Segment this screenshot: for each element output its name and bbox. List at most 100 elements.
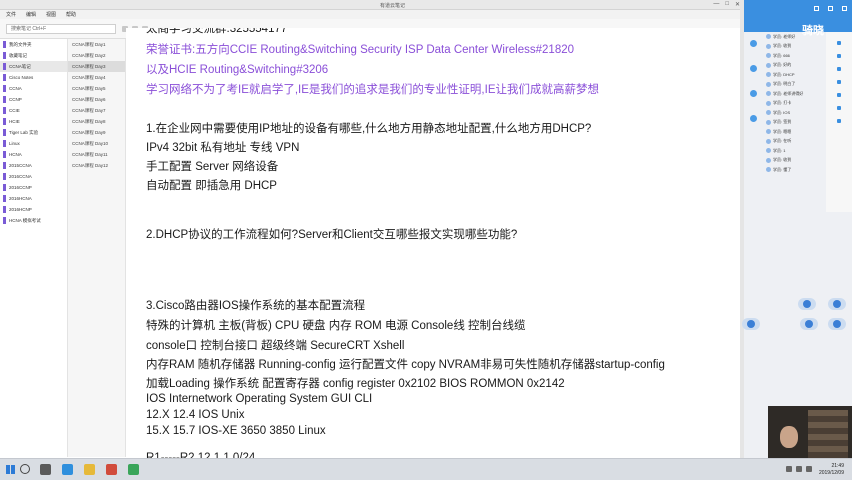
chat-text: 学员: 收到 [773, 43, 792, 49]
notebook-item[interactable]: HCNA [0, 149, 67, 160]
notebook-label: 2015CCNA [9, 163, 32, 168]
notebook-label: Cisco Notes [9, 75, 34, 80]
notebook-item[interactable]: 收藏笔记 [0, 50, 67, 61]
chat-text: 学员: IOS [773, 109, 791, 115]
page-list-item[interactable]: CCNA课程 Day7 [68, 105, 125, 116]
side-icon[interactable] [837, 106, 841, 110]
notebook-icon [3, 162, 6, 169]
page-list-item[interactable]: CCNA课程 Day2 [68, 50, 125, 61]
notebook-item[interactable]: 2015CCNA [0, 160, 67, 171]
notebook-label: 收藏笔记 [9, 52, 27, 58]
clock[interactable]: 21:49 2019/12/09 [819, 463, 844, 477]
folder-icon[interactable] [84, 464, 95, 475]
notebook-icon [3, 140, 6, 147]
notebook-icon [3, 195, 6, 202]
notebook-item[interactable]: Tiger Lab 实验 [0, 127, 67, 138]
page-list-item[interactable]: CCNA课程 Day11 [68, 149, 125, 160]
notes-app-icon[interactable] [128, 464, 139, 475]
notebook-label: Tiger Lab 实验 [9, 129, 39, 135]
window-controls: — □ ✕ [713, 1, 740, 8]
notebook-item[interactable]: 2016HCNP [0, 204, 67, 215]
ime-icon[interactable] [806, 466, 812, 472]
network-icon[interactable] [786, 466, 792, 472]
task-view-icon[interactable] [40, 464, 51, 475]
page-list-item[interactable]: CCNA课程 Day8 [68, 116, 125, 127]
menu-view[interactable]: 视图 [46, 11, 56, 18]
notebook-icon [3, 41, 6, 48]
page-list-item[interactable]: CCNA课程 Day3 [68, 61, 125, 72]
page-list-item[interactable]: CCNA课程 Day9 [68, 127, 125, 138]
side-icon[interactable] [837, 67, 841, 71]
notebook-item[interactable]: CCNP [0, 94, 67, 105]
panel-minimize-icon[interactable] [814, 6, 819, 11]
notebook-item[interactable]: CCNA [0, 83, 67, 94]
notebook-label: HCNA 模拟考试 [9, 217, 41, 223]
page-list-item[interactable]: CCNA课程 Day12 [68, 160, 125, 171]
page-list-item[interactable]: CCNA课程 Day5 [68, 83, 125, 94]
chat-message: 学员: 懂了 [744, 165, 826, 175]
like-button[interactable] [828, 298, 846, 310]
live-chat-panel: 骑晓 学员: 老师好 学员: 收到 学员: 666 学员: 好的 学员: DHCP 学员:… [742, 0, 852, 458]
gift-button[interactable] [798, 298, 816, 310]
side-icon[interactable] [837, 80, 841, 84]
side-icon[interactable] [837, 93, 841, 97]
live-panel-header: 骑晓 [744, 0, 852, 37]
chat-text: 学员: 收到 [773, 157, 792, 163]
note-line: 12.X 12.4 IOS Unix [146, 409, 245, 421]
notebook-icon [3, 151, 6, 158]
maximize-icon[interactable]: □ [725, 1, 729, 8]
chat-message: 学员: 打卡 [744, 99, 826, 109]
minimize-icon[interactable]: — [713, 1, 719, 8]
page-list-item[interactable]: CCNA课程 Day1 [68, 39, 125, 50]
mic-button[interactable] [742, 318, 760, 330]
note-line: 学习网络不为了考IE就启学了,IE是我们的追求是我们的专业性证明,IE让我们成就… [146, 84, 599, 96]
page-list: CCNA课程 Day1 CCNA课程 Day2 CCNA课程 Day3 CCNA课程 … [68, 39, 126, 457]
notebook-item[interactable]: HCNA 模拟考试 [0, 215, 67, 226]
page-list-item[interactable]: CCNA课程 Day6 [68, 94, 125, 105]
notebook-item[interactable]: Linux [0, 138, 67, 149]
page-list-item[interactable]: CCNA课程 Day4 [68, 72, 125, 83]
volume-icon[interactable] [796, 466, 802, 472]
note-line: R1-----R2 12.1.1.0/24 [146, 452, 256, 458]
window-title-bar: 有道云笔记 — □ ✕ [0, 0, 852, 10]
raise-hand-icon [805, 320, 813, 328]
search-icon[interactable] [20, 464, 30, 474]
media-icon[interactable] [106, 464, 117, 475]
webcam-overlay [768, 406, 852, 462]
side-icon[interactable] [837, 41, 841, 45]
menu-help[interactable]: 帮助 [66, 11, 76, 18]
chat-message: 学员: DHCP [744, 70, 826, 80]
browser-icon[interactable] [62, 464, 73, 475]
notebook-item[interactable]: 2016HCNA [0, 193, 67, 204]
notebook-label: CCNA [9, 86, 22, 91]
note-line: 荣誉证书:五方向CCIE Routing&Switching Security … [146, 44, 575, 56]
chat-text: 学员: 签到 [773, 119, 792, 125]
notebook-item[interactable]: 2016CCNP [0, 182, 67, 193]
notebook-item[interactable]: CCNA笔记 [0, 61, 67, 72]
note-line: 3.Cisco路由器IOS操作系统的基本配置流程 [146, 300, 366, 312]
search-input[interactable]: 搜索笔记 Ctrl+F [6, 24, 116, 34]
side-icon[interactable] [837, 119, 841, 123]
notebook-item[interactable]: CCIE [0, 105, 67, 116]
menu-file[interactable]: 文件 [6, 11, 16, 18]
notebook-item[interactable]: HCIE [0, 116, 67, 127]
chat-text: 学员: 嗯嗯 [773, 128, 792, 134]
menu-edit[interactable]: 编辑 [26, 11, 36, 18]
notebook-item[interactable]: 我的文件夹 [0, 39, 67, 50]
avatar [766, 72, 771, 78]
notebook-item[interactable]: 2016CCNA [0, 171, 67, 182]
chat-text: 学员: 老师好 [773, 33, 796, 39]
more-button[interactable] [828, 318, 846, 330]
notebook-item[interactable]: Cisco Notes [0, 72, 67, 83]
start-icon[interactable] [6, 465, 15, 474]
hand-button[interactable] [800, 318, 818, 330]
note-line: 自动配置 即插急用 DHCP [146, 180, 277, 192]
presenter-avatar [780, 426, 798, 448]
panel-maximize-icon[interactable] [828, 6, 833, 11]
page-list-item[interactable]: CCNA课程 Day10 [68, 138, 125, 149]
note-content[interactable]: 太阁学习交流群:325554177 荣誉证书:五方向CCIE Routing&Sw… [126, 28, 740, 458]
side-icon[interactable] [837, 54, 841, 58]
notebook-label: CCNA笔记 [9, 63, 31, 69]
notebook-label: 2016CCNA [9, 174, 32, 179]
panel-close-icon[interactable] [842, 6, 847, 11]
